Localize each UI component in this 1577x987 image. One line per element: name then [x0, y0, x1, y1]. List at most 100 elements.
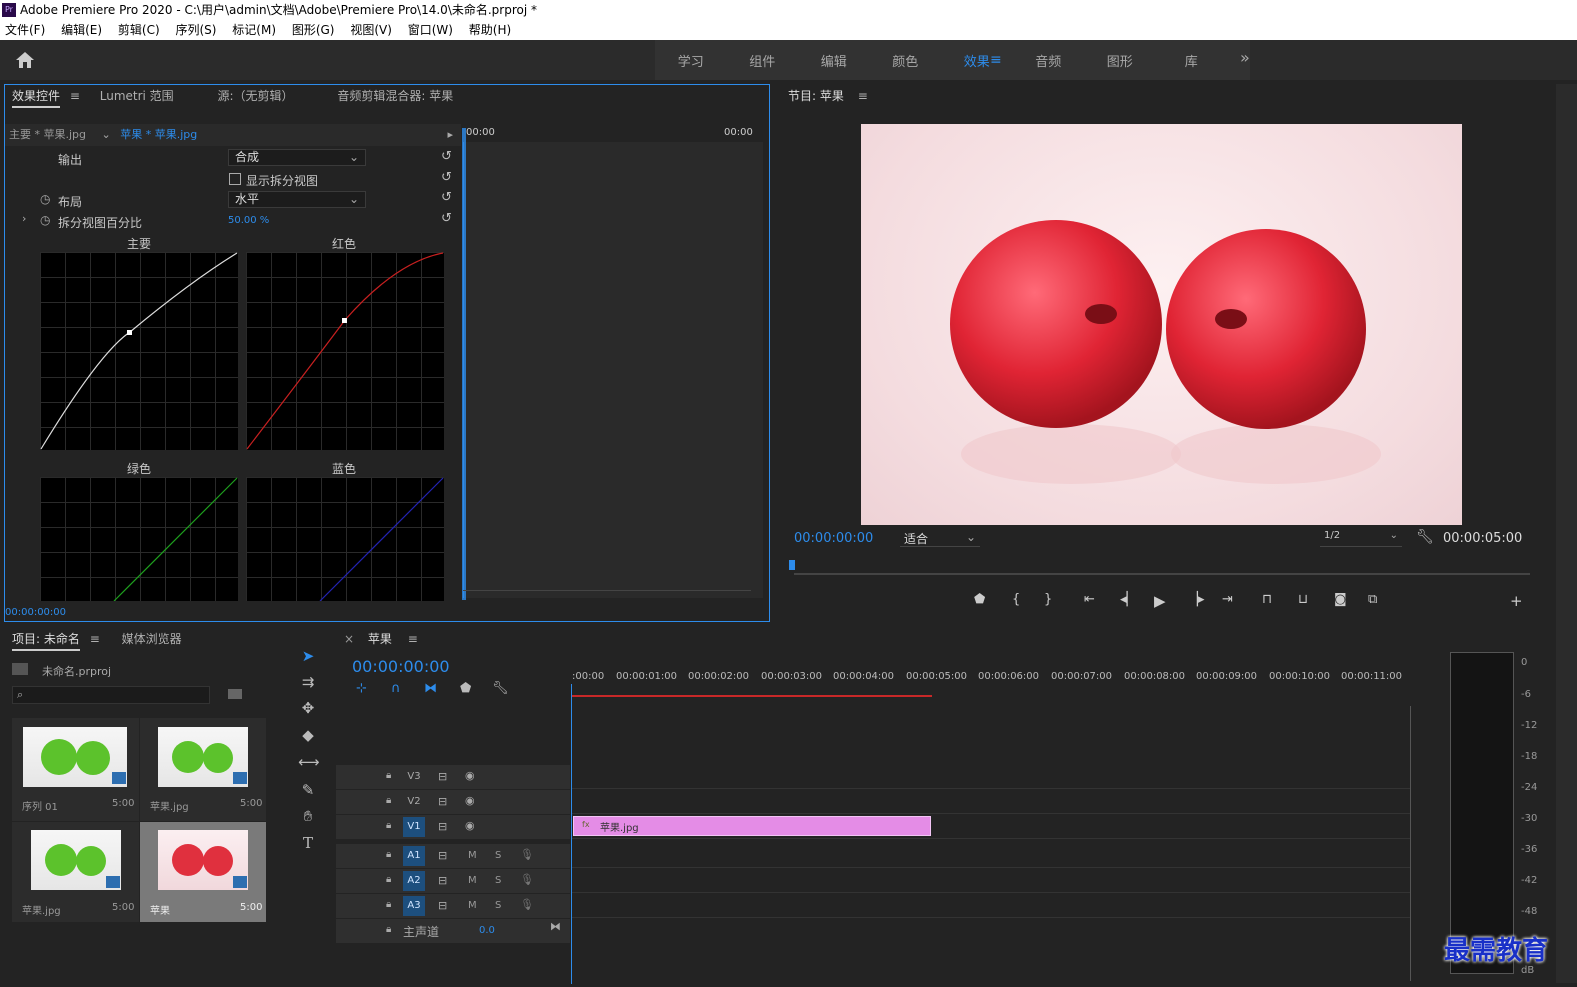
menu-file[interactable]: 文件(F): [5, 23, 45, 37]
play-only-icon[interactable]: ▸: [447, 124, 453, 146]
lock-icon[interactable]: 🔒︎: [386, 795, 391, 806]
mini-timeline-playhead[interactable]: [462, 128, 466, 600]
go-to-out-icon[interactable]: ⇥: [1222, 592, 1233, 607]
wrench-icon[interactable]: 🔧︎: [492, 681, 509, 696]
camera-icon[interactable]: ◙: [1334, 592, 1347, 607]
razor-tool-icon[interactable]: ◆: [298, 725, 318, 745]
lock-icon[interactable]: 🔒︎: [386, 874, 391, 885]
track-target-a3[interactable]: A3: [403, 896, 425, 916]
project-search-input[interactable]: [12, 686, 210, 704]
lock-icon[interactable]: 🔒︎: [386, 924, 391, 935]
ripple-edit-tool-icon[interactable]: ✥: [298, 698, 318, 718]
menu-help[interactable]: 帮助(H): [469, 23, 511, 37]
lock-icon[interactable]: 🔒︎: [386, 899, 391, 910]
menu-graphics[interactable]: 图形(G): [292, 23, 335, 37]
resolution-select[interactable]: 1/2 ⌄: [1320, 530, 1402, 547]
split-percent-value[interactable]: 50.00 %: [228, 215, 269, 226]
workspace-tab-libraries[interactable]: 库: [1156, 51, 1228, 70]
track-target-a2[interactable]: A2: [403, 871, 425, 891]
go-to-in-icon[interactable]: ⇤: [1084, 592, 1095, 607]
menu-edit[interactable]: 编辑(E): [61, 23, 102, 37]
microphone-icon[interactable]: 🎙︎: [520, 873, 534, 886]
add-button-icon[interactable]: +: [1510, 592, 1523, 610]
workspace-tab-graphics[interactable]: 图形: [1084, 51, 1156, 70]
stopwatch-icon[interactable]: ◷: [40, 213, 50, 227]
step-back-icon[interactable]: ◂▏: [1120, 592, 1137, 607]
step-forward-icon[interactable]: ▕▸: [1188, 592, 1205, 607]
sync-lock-icon[interactable]: ⊟: [438, 770, 447, 783]
workspace-menu-icon[interactable]: ≡: [990, 52, 1002, 68]
microphone-icon[interactable]: 🎙︎: [520, 848, 534, 861]
slip-tool-icon[interactable]: ⟷: [298, 752, 320, 772]
eye-icon[interactable]: ◉: [465, 794, 475, 807]
effect-scrollbar[interactable]: [463, 590, 751, 600]
workspace-more-button[interactable]: »: [1240, 48, 1250, 67]
curve-graph-blue[interactable]: [246, 477, 444, 602]
chevron-down-icon[interactable]: ⌄: [102, 128, 111, 141]
video-clip[interactable]: fx 苹果.jpg: [573, 816, 931, 836]
curve-graph-red[interactable]: [246, 252, 444, 450]
microphone-icon[interactable]: 🎙︎: [520, 898, 534, 911]
curve-graph-green[interactable]: [40, 477, 238, 602]
tab-project[interactable]: 项目: 未命名: [12, 632, 80, 651]
track-target-a1[interactable]: A1: [403, 846, 425, 866]
mark-in-icon[interactable]: {: [1012, 592, 1020, 607]
eye-icon[interactable]: ◉: [465, 769, 475, 782]
lock-icon[interactable]: 🔒︎: [386, 820, 391, 831]
mark-out-icon[interactable]: }: [1044, 592, 1052, 607]
workspace-tab-effects[interactable]: 效果: [941, 51, 1013, 70]
workspace-tab-color[interactable]: 颜色: [870, 51, 942, 70]
lock-icon[interactable]: 🔒︎: [386, 770, 391, 781]
tab-menu-icon[interactable]: ≡: [70, 89, 80, 103]
tab-lumetri-scopes[interactable]: Lumetri 范围: [100, 89, 174, 103]
reset-icon[interactable]: ↺: [441, 211, 452, 226]
reset-icon[interactable]: ↺: [441, 149, 452, 164]
split-view-checkbox[interactable]: [229, 173, 241, 185]
layout-select[interactable]: 水平 ⌄: [228, 191, 366, 208]
track-target-v3[interactable]: V3: [403, 767, 425, 787]
linked-selection-icon[interactable]: ⧓: [424, 681, 437, 696]
panel-menu-icon[interactable]: ≡: [408, 632, 418, 646]
close-icon[interactable]: ×: [344, 632, 354, 646]
menu-view[interactable]: 视图(V): [350, 23, 392, 37]
sync-lock-icon[interactable]: ⊟: [438, 899, 447, 912]
sync-lock-icon[interactable]: ⊟: [438, 820, 447, 833]
work-area-bar[interactable]: [572, 695, 932, 697]
track-lane-v2[interactable]: [572, 790, 1410, 814]
solo-button[interactable]: S: [495, 850, 501, 861]
menu-window[interactable]: 窗口(W): [408, 23, 453, 37]
track-target-v1[interactable]: V1: [403, 817, 425, 837]
home-icon[interactable]: [14, 50, 36, 70]
go-to-end-icon[interactable]: ⧓: [550, 920, 561, 933]
expand-arrow-icon[interactable]: ›: [22, 212, 26, 225]
reset-icon[interactable]: ↺: [441, 190, 452, 205]
play-icon[interactable]: ▶: [1154, 592, 1166, 610]
workspace-tab-assembly[interactable]: 组件: [727, 51, 799, 70]
tab-media-browser[interactable]: 媒体浏览器: [122, 632, 182, 646]
reset-icon[interactable]: ↺: [441, 170, 452, 185]
lock-icon[interactable]: 🔒︎: [386, 849, 391, 860]
solo-button[interactable]: S: [495, 875, 501, 886]
program-scrubber[interactable]: [794, 573, 1530, 575]
track-lane-a1[interactable]: [572, 844, 1410, 868]
extract-icon[interactable]: ⊔: [1298, 592, 1308, 607]
eye-icon[interactable]: ◉: [465, 819, 475, 832]
mute-button[interactable]: M: [468, 850, 477, 861]
new-bin-icon[interactable]: [228, 689, 242, 699]
wrench-icon[interactable]: 🔧︎: [1416, 529, 1434, 545]
clip-master[interactable]: 主要 * 苹果.jpg: [9, 128, 86, 141]
stopwatch-icon[interactable]: ◷: [40, 192, 50, 206]
effect-footer-timecode[interactable]: 00:00:00:00: [5, 607, 66, 618]
sync-lock-icon[interactable]: ⊟: [438, 795, 447, 808]
timeline-timecode[interactable]: 00:00:00:00: [352, 657, 450, 676]
workspace-tab-editing[interactable]: 编辑: [798, 51, 870, 70]
lift-icon[interactable]: ⊓: [1262, 592, 1272, 607]
nest-icon[interactable]: ⊹: [356, 681, 367, 696]
mute-button[interactable]: M: [468, 900, 477, 911]
workspace-tab-learn[interactable]: 学习: [655, 51, 727, 70]
fit-select[interactable]: 适合 ⌄: [900, 530, 980, 547]
track-select-tool-icon[interactable]: ⇉: [298, 672, 318, 692]
add-marker-icon[interactable]: ⬟: [974, 592, 985, 607]
tab-audio-clip-mixer[interactable]: 音频剪辑混合器: 苹果: [337, 89, 453, 103]
track-lane-v3[interactable]: [572, 765, 1410, 789]
